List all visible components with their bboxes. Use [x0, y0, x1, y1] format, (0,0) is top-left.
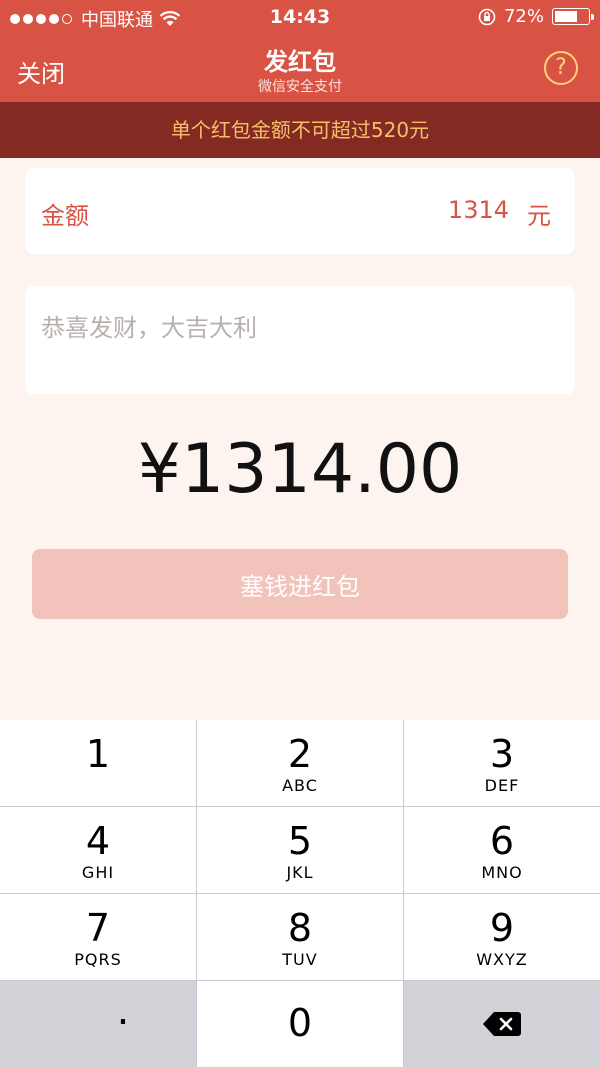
- amount-label: 金额: [41, 202, 89, 230]
- amount-field[interactable]: 金额 1314 元: [25, 168, 575, 254]
- key-9-letters: WXYZ: [476, 950, 528, 969]
- key-3-digit: 3: [489, 732, 515, 776]
- amount-unit: 元: [527, 202, 551, 230]
- key-8[interactable]: 8 TUV: [197, 894, 403, 980]
- key-3-letters: DEF: [484, 776, 520, 795]
- key-7[interactable]: 7 PQRS: [0, 894, 196, 980]
- key-4-digit: 4: [85, 819, 111, 863]
- key-2-digit: 2: [287, 732, 313, 776]
- header: 中国联通 14:43 72% 关闭 发红包 微信安全支付 ?: [0, 0, 600, 102]
- key-6[interactable]: 6 MNO: [404, 807, 600, 893]
- key-9[interactable]: 9 WXYZ: [404, 894, 600, 980]
- amount-value[interactable]: 1314: [448, 196, 509, 224]
- key-5[interactable]: 5 JKL: [197, 807, 403, 893]
- rotation-lock-icon: [478, 8, 496, 25]
- key-4-letters: GHI: [81, 863, 115, 882]
- page-subtitle: 微信安全支付: [258, 79, 342, 95]
- key-0-digit: 0: [287, 1001, 313, 1045]
- page-title: 发红包: [264, 48, 336, 76]
- key-6-letters: MNO: [481, 863, 523, 882]
- key-1-digit: 1: [85, 732, 111, 776]
- key-7-letters: PQRS: [74, 950, 122, 969]
- status-bar: 中国联通 14:43 72%: [0, 0, 600, 34]
- amount-limit-warning: 单个红包金额不可超过520元: [0, 102, 600, 158]
- key-5-letters: JKL: [286, 863, 314, 882]
- key-8-letters: TUV: [282, 950, 318, 969]
- blessing-message-input[interactable]: [41, 314, 541, 342]
- key-0[interactable]: 0: [197, 981, 403, 1067]
- backspace-icon: [483, 1012, 521, 1036]
- help-button[interactable]: ?: [544, 51, 578, 85]
- total-amount: ¥1314.00: [137, 430, 463, 509]
- key-1[interactable]: 1: [0, 720, 196, 806]
- numeric-keypad: 1 2 ABC 3 DEF 4 GHI 5 JKL 6 MNO 7 PQRS 8: [0, 720, 600, 1067]
- blessing-message-field[interactable]: [25, 286, 575, 394]
- key-9-digit: 9: [489, 906, 515, 950]
- key-7-digit: 7: [85, 906, 111, 950]
- battery-percentage: 72%: [503, 6, 544, 27]
- key-6-digit: 6: [489, 819, 515, 863]
- key-5-digit: 5: [287, 819, 313, 863]
- send-red-packet-screen: 中国联通 14:43 72% 关闭 发红包 微信安全支付 ? 单个红包金额不可超…: [0, 0, 600, 1067]
- decimal-point-key[interactable]: .: [0, 981, 196, 1067]
- key-2-letters: ABC: [282, 776, 318, 795]
- key-8-digit: 8: [287, 906, 313, 950]
- put-money-in-packet-button[interactable]: 塞钱进红包: [32, 549, 568, 619]
- battery-icon: [552, 8, 594, 25]
- key-2[interactable]: 2 ABC: [197, 720, 403, 806]
- backspace-key[interactable]: [404, 981, 600, 1067]
- key-4[interactable]: 4 GHI: [0, 807, 196, 893]
- key-3[interactable]: 3 DEF: [404, 720, 600, 806]
